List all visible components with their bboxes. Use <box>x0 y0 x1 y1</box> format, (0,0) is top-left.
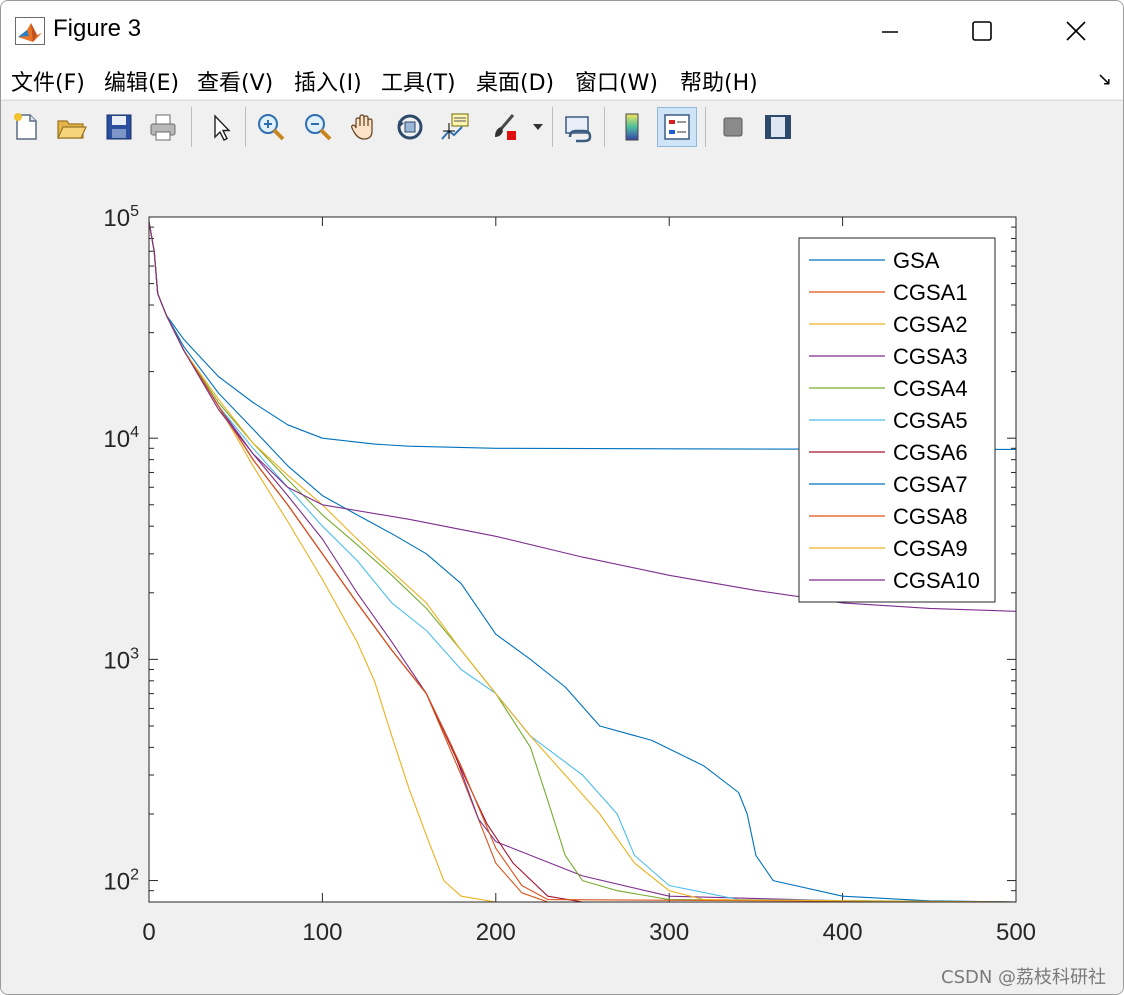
legend-label: CGSA5 <box>893 408 968 433</box>
line-chart: 0 100 200 300 400 500 102 103 104 105 GSA CGSA1 CG… <box>103 203 1036 946</box>
legend-label: GSA <box>893 248 940 273</box>
dock-figure-icon[interactable]: ↘ <box>1097 69 1112 90</box>
data-cursor-icon <box>441 113 469 140</box>
zoom-in-button[interactable] <box>251 107 291 147</box>
brush-dropdown-button[interactable] <box>528 107 548 147</box>
legend[interactable]: GSA CGSA1 CGSA2 CGSA3 CGSA4 CGSA5 CGSA6 CGSA7 CG… <box>798 237 996 603</box>
save-button[interactable] <box>99 107 139 147</box>
legend-icon <box>664 114 690 140</box>
minimize-button[interactable] <box>867 9 913 53</box>
colorbar-icon <box>625 113 639 141</box>
select-button[interactable] <box>200 107 240 147</box>
print-icon <box>150 114 176 141</box>
y-tick-label: 104 <box>103 424 139 453</box>
figure-window: Figure 3 文件(F) 编辑(E) 查看(V) 插入(I) 工具(T) 桌… <box>0 0 1124 995</box>
maximize-icon <box>972 21 992 41</box>
select-arrow-icon <box>214 114 231 141</box>
insert-colorbar-button[interactable] <box>612 107 652 147</box>
hide-plot-tools-icon <box>723 117 743 137</box>
new-figure-button[interactable] <box>6 107 46 147</box>
y-tick-label: 103 <box>103 645 139 674</box>
show-plot-tools-button[interactable] <box>758 107 798 147</box>
matlab-logo-icon <box>15 17 45 45</box>
menu-tools[interactable]: 工具(T) <box>381 65 456 97</box>
maximize-button[interactable] <box>959 9 1005 53</box>
menu-file[interactable]: 文件(F) <box>11 65 85 97</box>
link-plot-button[interactable] <box>558 107 598 147</box>
hide-plot-tools-button[interactable] <box>713 107 753 147</box>
rotate-3d-button[interactable] <box>390 107 430 147</box>
link-plot-icon <box>565 116 592 143</box>
y-tick-labels: 102 103 104 105 <box>103 203 139 896</box>
close-icon <box>1066 21 1086 41</box>
x-tick-label: 200 <box>476 919 516 946</box>
title-bar: Figure 3 <box>1 1 1123 61</box>
menu-window[interactable]: 窗口(W) <box>575 65 658 97</box>
legend-label: CGSA10 <box>893 568 980 593</box>
legend-label: CGSA7 <box>893 472 968 497</box>
x-tick-labels: 0 100 200 300 400 500 <box>142 919 1036 946</box>
toolbar-separator <box>552 107 553 147</box>
show-plot-tools-icon <box>765 115 791 139</box>
open-file-button[interactable] <box>51 107 91 147</box>
menu-help[interactable]: 帮助(H) <box>680 65 758 97</box>
menu-view[interactable]: 查看(V) <box>197 65 273 97</box>
legend-label: CGSA9 <box>893 536 968 561</box>
insert-legend-button[interactable] <box>657 107 697 147</box>
window-title: Figure 3 <box>53 15 142 42</box>
rotate-3d-icon <box>397 114 423 140</box>
brush-dropdown-icon <box>533 124 543 130</box>
new-figure-icon <box>14 113 37 140</box>
zoom-in-icon <box>258 114 285 141</box>
watermark: CSDN @荔枝科研社 <box>941 967 1107 988</box>
legend-label: CGSA3 <box>893 344 968 369</box>
zoom-out-icon <box>305 114 332 141</box>
zoom-out-button[interactable] <box>298 107 338 147</box>
brush-icon <box>495 114 516 140</box>
x-tick-label: 500 <box>996 919 1036 946</box>
x-tick-label: 0 <box>142 919 155 946</box>
legend-label: CGSA4 <box>893 376 968 401</box>
menu-bar: 文件(F) 编辑(E) 查看(V) 插入(I) 工具(T) 桌面(D) 窗口(W… <box>1 61 1123 99</box>
save-icon <box>106 114 132 140</box>
y-tick-label: 102 <box>103 867 139 896</box>
minimize-icon <box>882 31 898 33</box>
figure-toolbar <box>1 100 1123 154</box>
menu-edit[interactable]: 编辑(E) <box>104 65 179 97</box>
open-file-icon <box>57 120 87 139</box>
pan-hand-icon <box>351 114 373 140</box>
toolbar-separator <box>604 107 605 147</box>
figure-canvas: 0 100 200 300 400 500 102 103 104 105 GSA CGSA1 CG… <box>1 153 1123 994</box>
pan-button[interactable] <box>344 107 384 147</box>
x-tick-label: 300 <box>649 919 689 946</box>
legend-label: CGSA6 <box>893 440 968 465</box>
legend-label: CGSA1 <box>893 280 968 305</box>
data-cursor-button[interactable] <box>436 107 476 147</box>
y-tick-label: 105 <box>103 203 139 232</box>
x-tick-label: 100 <box>302 919 342 946</box>
menu-desktop[interactable]: 桌面(D) <box>476 65 554 97</box>
x-tick-label: 400 <box>823 919 863 946</box>
brush-button[interactable] <box>485 107 525 147</box>
menu-insert[interactable]: 插入(I) <box>294 65 362 97</box>
print-button[interactable] <box>143 107 183 147</box>
legend-label: CGSA8 <box>893 504 968 529</box>
toolbar-separator <box>245 107 246 147</box>
close-button[interactable] <box>1053 9 1099 53</box>
legend-label: CGSA2 <box>893 312 968 337</box>
toolbar-separator <box>191 107 192 147</box>
toolbar-separator <box>705 107 706 147</box>
